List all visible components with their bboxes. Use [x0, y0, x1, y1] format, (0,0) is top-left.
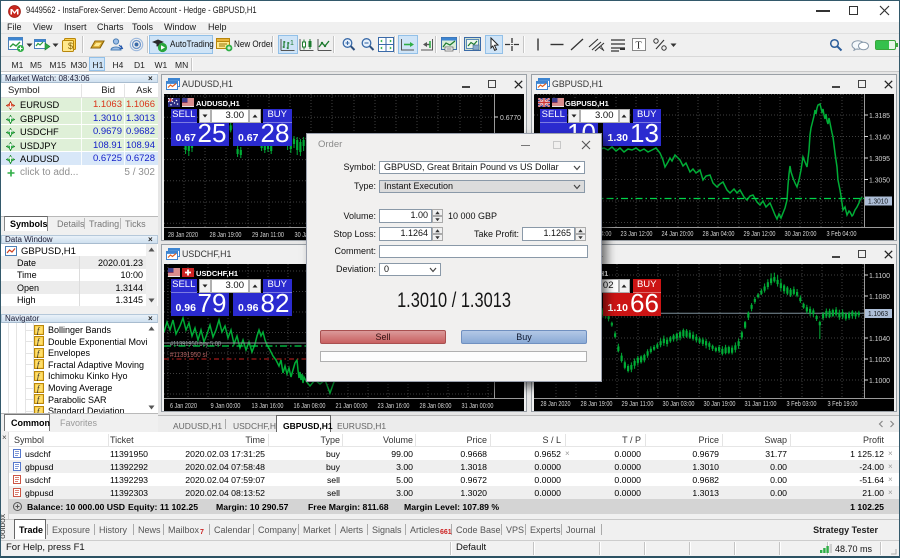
- svg-text:#11391950 buy 5.00: #11391950 buy 5.00: [170, 341, 221, 348]
- svg-text:28 Jan 08:00: 28 Jan 08:00: [420, 403, 452, 410]
- svg-text:16 Jan 08:00: 16 Jan 08:00: [294, 403, 326, 410]
- svg-text:29 Jan 12:00: 29 Jan 12:00: [744, 231, 776, 238]
- svg-text:1.3185: 1.3185: [869, 111, 890, 120]
- svg-text:1.1000: 1.1000: [869, 376, 890, 385]
- svg-text:31 Jan 11:00: 31 Jan 11:00: [745, 401, 777, 408]
- svg-text:23 Jan 16:00: 23 Jan 16:00: [378, 403, 410, 410]
- svg-text:1.3010: 1.3010: [868, 197, 888, 206]
- svg-text:13 Jan 16:00: 13 Jan 16:00: [252, 403, 284, 410]
- svg-text:T: T: [636, 41, 642, 52]
- svg-text:23 Jan 12:00: 23 Jan 12:00: [621, 231, 653, 238]
- svg-text:3 Feb 04:00: 3 Feb 04:00: [827, 231, 857, 238]
- svg-text:1.1063: 1.1063: [868, 309, 888, 318]
- svg-text:1.3095: 1.3095: [869, 154, 890, 163]
- svg-text:#11391950 sl: #11391950 sl: [170, 352, 207, 359]
- svg-text:1.1080: 1.1080: [869, 292, 890, 301]
- svg-text:21 Jan 00:00: 21 Jan 00:00: [336, 403, 368, 410]
- svg-text:30 Jan 20:00: 30 Jan 20:00: [785, 231, 817, 238]
- svg-text:29 Jan 11:00: 29 Jan 11:00: [622, 401, 654, 408]
- svg-text:31 Jan 00:00: 31 Jan 00:00: [462, 403, 494, 410]
- svg-text:30 Jan 03:00: 30 Jan 03:00: [663, 401, 695, 408]
- svg-text:1.3140: 1.3140: [869, 133, 890, 142]
- svg-text:0.6770: 0.6770: [500, 113, 521, 122]
- svg-text:1.1040: 1.1040: [869, 334, 890, 343]
- svg-text:28 Jan 2020: 28 Jan 2020: [168, 232, 198, 239]
- svg-text:29 Jan 11:00: 29 Jan 11:00: [252, 232, 284, 239]
- svg-text:6 Jan 2020: 6 Jan 2020: [170, 403, 197, 410]
- svg-text:$: $: [68, 41, 73, 51]
- svg-text:28 Jan 19:00: 28 Jan 19:00: [581, 401, 613, 408]
- svg-text:30 Jan 19:00: 30 Jan 19:00: [704, 401, 736, 408]
- svg-text:28 Jan 2020: 28 Jan 2020: [541, 401, 571, 408]
- svg-text:3 Feb 19:00: 3 Feb 19:00: [828, 401, 858, 408]
- svg-text:1.1020: 1.1020: [869, 355, 890, 364]
- svg-text:24 Jan 20:00: 24 Jan 20:00: [662, 231, 694, 238]
- svg-text:1: 1: [290, 40, 294, 47]
- svg-text:28 Jan 04:00: 28 Jan 04:00: [703, 231, 735, 238]
- svg-text:9 Jan 00:00: 9 Jan 00:00: [211, 403, 241, 410]
- svg-text:1.3050: 1.3050: [869, 176, 890, 185]
- svg-text:1.1100: 1.1100: [869, 271, 890, 280]
- svg-text:3 Feb 03:00: 3 Feb 03:00: [787, 401, 817, 408]
- svg-text:28 Jan 19:00: 28 Jan 19:00: [210, 232, 242, 239]
